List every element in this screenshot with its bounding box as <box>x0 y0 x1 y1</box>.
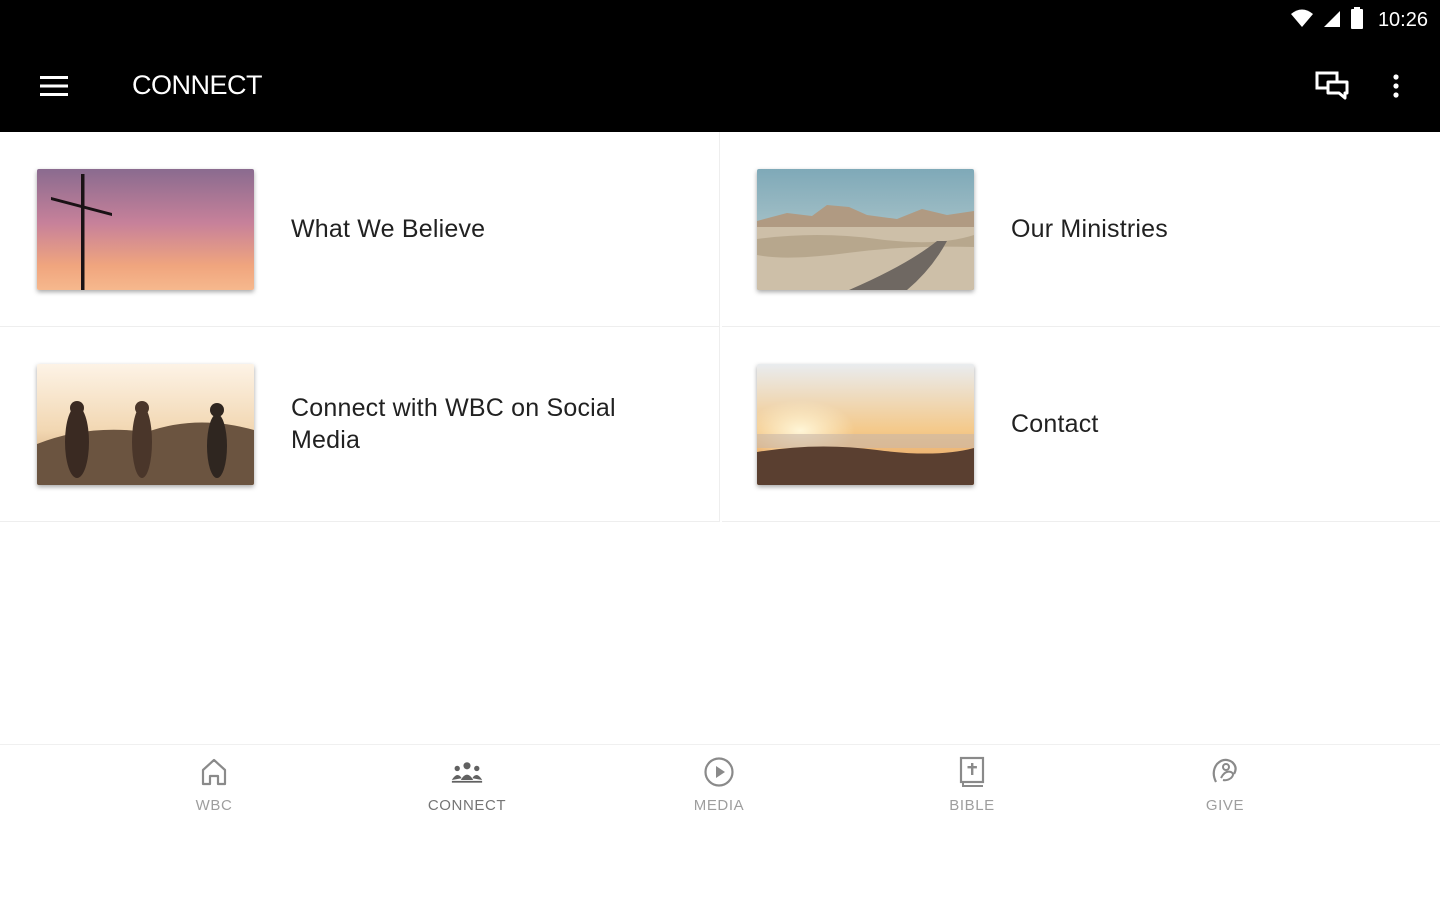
card-what-we-believe[interactable]: What We Believe <box>0 132 720 327</box>
card-label: Contact <box>1011 410 1099 438</box>
battery-icon <box>1350 6 1364 34</box>
app-bar: CONNECT <box>0 44 1440 132</box>
play-circle-icon <box>703 755 735 789</box>
nav-label: GIVE <box>1205 797 1245 814</box>
nav-item-bible[interactable]: BIBLE <box>902 755 1042 825</box>
menu-button[interactable] <box>28 66 80 110</box>
bottom-navigation: WBC CONNECT MEDIA BIBLE GIVE <box>0 744 1440 844</box>
nav-item-connect[interactable]: CONNECT <box>397 755 537 825</box>
give-icon <box>1209 755 1241 789</box>
nav-item-wbc[interactable]: WBC <box>144 755 284 825</box>
card-connect-social-media[interactable]: Connect with WBC on Social Media <box>0 327 720 522</box>
bible-icon <box>956 755 988 789</box>
page-title: CONNECT <box>132 70 263 100</box>
status-time: 10:26 <box>1377 8 1428 31</box>
nav-item-give[interactable]: GIVE <box>1155 755 1295 825</box>
chat-button[interactable] <box>1308 66 1356 110</box>
home-icon <box>198 755 230 789</box>
more-vert-icon <box>1393 73 1399 103</box>
wifi-icon <box>1290 8 1314 33</box>
card-contact[interactable]: Contact <box>722 327 1440 522</box>
hamburger-menu-icon <box>40 75 68 101</box>
chat-icon <box>1315 71 1349 106</box>
card-our-ministries[interactable]: Our Ministries <box>722 132 1440 327</box>
status-icons: 10:26 <box>1290 6 1428 34</box>
card-label: Connect with WBC on Social Media <box>291 394 616 454</box>
nav-item-media[interactable]: MEDIA <box>649 755 789 825</box>
people-icon <box>451 755 483 789</box>
nav-label: CONNECT <box>427 797 507 814</box>
desert-road-image <box>757 169 974 290</box>
more-options-button[interactable] <box>1376 66 1416 110</box>
nav-label: BIBLE <box>949 797 995 814</box>
signal-icon <box>1322 8 1342 33</box>
card-label: Our Ministries <box>1011 215 1168 243</box>
sunrise-over-clouds-image <box>757 364 974 485</box>
people-on-hill-image <box>37 364 254 485</box>
nav-label: WBC <box>195 797 233 814</box>
connect-grid: What We Believe Our Ministries Connect w… <box>0 132 1440 522</box>
status-bar: 10:26 <box>0 0 1440 44</box>
nav-label: MEDIA <box>693 797 745 814</box>
card-label: What We Believe <box>291 215 486 243</box>
cross-at-sunset-image <box>37 169 254 290</box>
